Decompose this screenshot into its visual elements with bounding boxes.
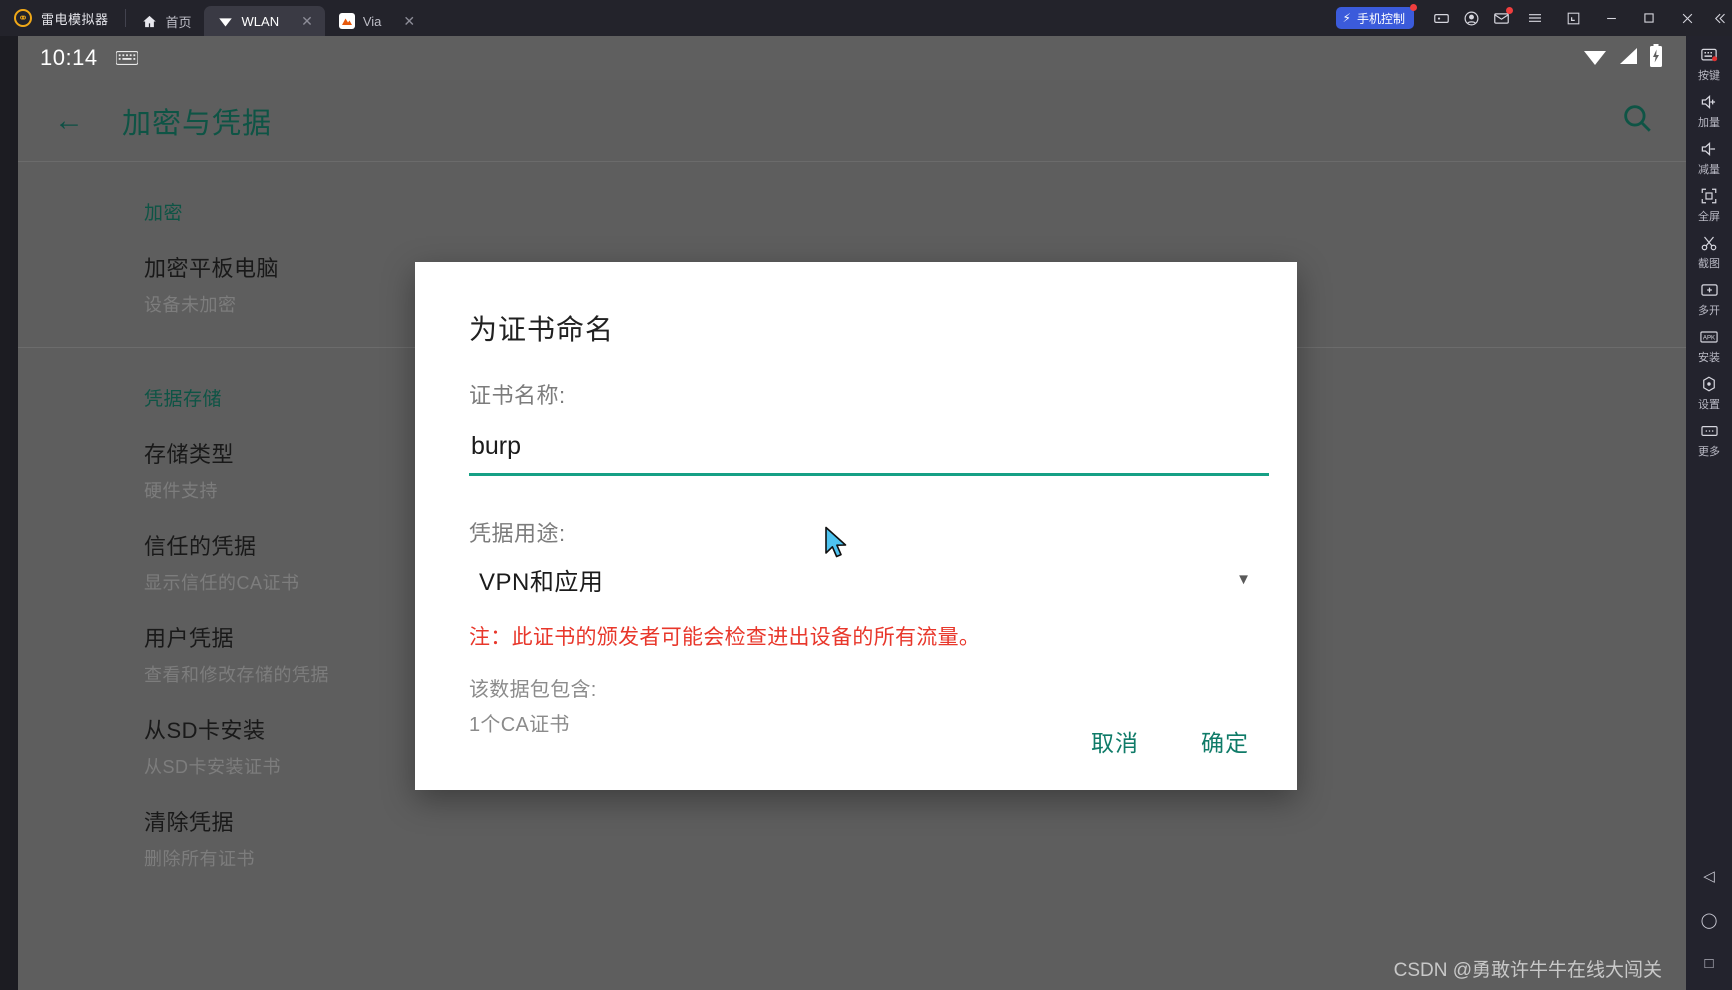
tab-via[interactable]: Via ✕ [325,6,427,36]
emulator-sidebar: 按键 加量 减量 全屏 截图 多开 APK 安装 设置 更多 ◁ ◯ □ [1686,36,1732,990]
section-header-encryption: 加密 [144,203,184,224]
tab-strip: 首页 WLAN ✕ Via ✕ [126,0,428,36]
mail-badge [1506,7,1513,14]
install-apk-icon: APK [1699,326,1719,348]
page-title: 加密与凭据 [122,107,273,140]
fullscreen-icon [1700,185,1718,207]
android-status-bar: 10:14 [18,36,1686,80]
list-item-subtitle: 删除所有证书 [144,849,255,869]
package-contains-label: 该数据包包含: [469,679,597,701]
bolt-icon: ⚡ [1342,11,1351,25]
sidebar-label: 按键 [1698,70,1720,82]
tab-wlan-close-icon[interactable]: ✕ [301,14,313,28]
certificate-name-label: 证书名称: [469,383,566,408]
credential-use-select[interactable]: VPN和应用 ▼ [469,562,1269,599]
gamepad-icon[interactable] [1426,0,1456,36]
sidebar-item-install-apk[interactable]: APK 安装 [1698,326,1720,365]
android-back-icon[interactable]: ◁ [1703,867,1715,885]
tab-home[interactable]: 首页 [126,6,204,36]
search-icon[interactable] [1620,101,1664,140]
sidebar-item-settings[interactable]: 设置 [1698,373,1720,412]
sidebar-item-multi-instance[interactable]: 多开 [1698,279,1720,318]
sidebar-label: 多开 [1698,305,1720,317]
android-screen: 10:14 ← 加密与凭据 加密 加密平板电脑 设备未加密 凭据存储 存储类型 … [18,36,1686,990]
dialog-body: 证书名称: 凭据用途: VPN和应用 ▼ 注：此证书的颁发者可能会检查进出设备的… [441,378,1271,737]
sidebar-label: 截图 [1698,258,1720,270]
tab-via-close-icon[interactable]: ✕ [403,14,415,28]
titlebar-spacer [427,0,1335,36]
chevron-down-icon: ▼ [1236,571,1251,588]
android-home-icon[interactable]: ◯ [1701,911,1718,929]
sidebar-label: 加量 [1698,117,1720,129]
sidebar-label: 安装 [1698,352,1720,364]
sidebar-label: 全屏 [1698,211,1720,223]
emulator-title-bar: ⚭ 雷电模拟器 首页 WLAN ✕ Via ✕ ⚡ 手机控制 [0,0,1732,36]
back-arrow-icon[interactable]: ← [44,100,94,142]
confirm-button[interactable]: 确定 [1191,716,1259,766]
sidebar-item-keymapping[interactable]: 按键 [1698,44,1720,83]
ld-player-logo-icon: ⚭ [14,9,32,27]
brand: ⚭ 雷电模拟器 [0,0,125,36]
settings-gear-icon [1700,373,1718,395]
keyboard-icon [115,50,138,66]
dialog-title: 为证书命名 [469,314,615,345]
android-nav-bar: ◁ ◯ □ [1701,867,1718,990]
notification-badge [1410,4,1417,11]
sidebar-item-volume-down[interactable]: 减量 [1698,138,1720,177]
window-left-edge [0,36,18,990]
issuer-warning-text: 注：此证书的颁发者可能会检查进出设备的所有流量。 [469,626,981,649]
sidebar-item-screenshot[interactable]: 截图 [1698,232,1720,271]
sidebar-item-more[interactable]: 更多 [1698,420,1720,459]
list-item-clear-credentials[interactable]: 清除凭据 删除所有证书 [18,779,1686,871]
dialog-actions: 取消 确定 [1081,716,1259,766]
name-certificate-dialog: 为证书命名 证书名称: 凭据用途: VPN和应用 ▼ 注：此证书的颁发者可能会检… [415,262,1297,790]
tab-via-label: Via [362,13,382,29]
list-item-title: 清除凭据 [144,810,235,835]
wifi-icon [1582,46,1608,71]
home-icon [142,13,158,29]
sidebar-label: 减量 [1698,164,1720,176]
wifi-icon [218,13,234,29]
battery-charging-icon [1648,43,1664,73]
certificate-name-input[interactable] [469,432,1269,476]
tab-wlan[interactable]: WLAN ✕ [203,6,325,36]
status-right-icons [1582,43,1664,73]
multi-instance-icon [1700,279,1719,301]
mail-icon[interactable] [1486,0,1516,36]
sidebar-label: 更多 [1698,446,1720,458]
minimize-icon[interactable] [1592,0,1630,36]
signal-icon [1617,46,1639,71]
more-dots-icon [1700,420,1719,442]
volume-down-icon [1700,138,1719,160]
close-icon[interactable] [1668,0,1706,36]
phone-control-label: 手机控制 [1356,11,1405,26]
sidebar-label: 设置 [1698,399,1720,411]
screenshot-scissors-icon [1700,232,1718,254]
restore-down-icon[interactable] [1554,0,1592,36]
tab-wlan-label: WLAN [241,13,280,29]
sidebar-item-fullscreen[interactable]: 全屏 [1698,185,1720,224]
keymapping-icon [1700,44,1718,66]
brand-name: 雷电模拟器 [41,11,109,27]
credential-use-label: 凭据用途: [469,521,566,546]
status-clock: 10:14 [40,45,98,70]
maximize-icon[interactable] [1630,0,1668,36]
cancel-button[interactable]: 取消 [1081,716,1149,766]
svg-text:APK: APK [1703,334,1716,341]
collapse-sidebar-icon[interactable] [1706,0,1732,36]
android-recents-icon[interactable]: □ [1704,955,1713,972]
phone-control-button[interactable]: ⚡ 手机控制 [1335,4,1417,29]
screen-root: ⚭ 雷电模拟器 首页 WLAN ✕ Via ✕ ⚡ 手机控制 10:14 ← 加… [0,0,1732,990]
watermark: CSDN @勇敢许牛牛在线大闯关 [1393,960,1662,981]
hamburger-menu-icon[interactable] [1516,0,1554,36]
app-bar: ← 加密与凭据 [18,80,1686,162]
account-icon[interactable] [1456,0,1486,36]
credential-use-value: VPN和应用 [479,569,604,596]
sidebar-item-volume-up[interactable]: 加量 [1698,91,1720,130]
via-browser-icon [338,13,355,29]
tab-home-label: 首页 [165,14,192,30]
volume-up-icon [1700,91,1719,113]
